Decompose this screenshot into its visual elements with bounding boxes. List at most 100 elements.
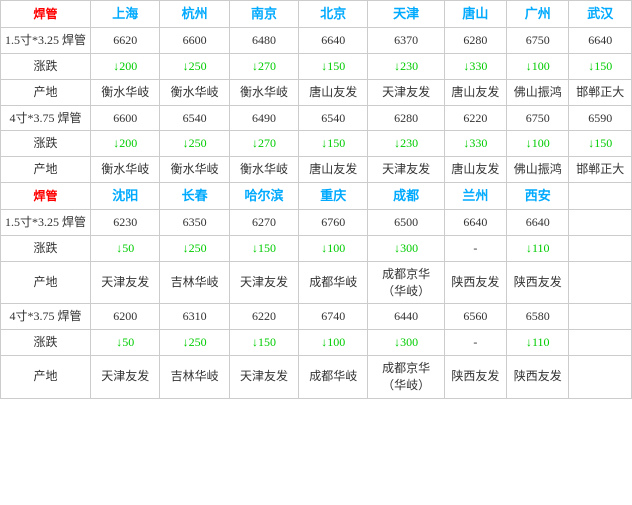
row-s1-change2: 涨跌 ↓200 ↓250 ↓270 ↓150 ↓230 ↓330 ↓100 ↓1…: [1, 131, 632, 157]
row-s1-item1: 1.5寸*3.25 焊管 6620 6600 6480 6640 6370 62…: [1, 28, 632, 54]
p1-nanjing: 6480: [229, 28, 298, 54]
city-changchun: 长春: [160, 182, 229, 209]
ch2-tianjin: ↓230: [368, 131, 444, 157]
city-empty: [569, 182, 632, 209]
product-1-5-3-25-label: 1.5寸*3.25 焊管: [1, 28, 91, 54]
or2-wuhan: 邯郸正大: [569, 157, 632, 183]
p1-beijing: 6640: [299, 28, 368, 54]
s2ch1-chengdu: ↓300: [368, 235, 444, 261]
city-tianjin: 天津: [368, 1, 444, 28]
p1-hangzhou: 6600: [160, 28, 229, 54]
origin2-label: 产地: [1, 157, 91, 183]
s2p1-xian: 6640: [507, 210, 569, 236]
ch2-beijing: ↓150: [299, 131, 368, 157]
s2or2-shenyang: 天津友发: [91, 355, 160, 398]
row-s1-origin1: 产地 衡水华岐 衡水华岐 衡水华岐 唐山友发 天津友发 唐山友发 佛山振鸿 邯郸…: [1, 79, 632, 105]
s2or2-lanzhou: 陕西友发: [444, 355, 506, 398]
s2-product-1-5-label: 1.5寸*3.25 焊管: [1, 210, 91, 236]
s2p2-changchun: 6310: [160, 304, 229, 330]
s2p2-chengdu: 6440: [368, 304, 444, 330]
ch1-tangshan: ↓330: [444, 53, 506, 79]
row-s1-change1: 涨跌 ↓200 ↓250 ↓270 ↓150 ↓230 ↓330 ↓100 ↓1…: [1, 53, 632, 79]
s2-origin1-label: 产地: [1, 261, 91, 304]
city-shenyang: 沈阳: [91, 182, 160, 209]
or2-hangzhou: 衡水华岐: [160, 157, 229, 183]
s2p1-harbin: 6270: [229, 210, 298, 236]
row-s2-origin1: 产地 天津友发 吉林华岐 天津友发 成都华岐 成都京华（华岐） 陕西友发 陕西友…: [1, 261, 632, 304]
s2ch2-xian: ↓110: [507, 330, 569, 356]
or1-tangshan: 唐山友发: [444, 79, 506, 105]
or1-shanghai: 衡水华岐: [91, 79, 160, 105]
p1-guangzhou: 6750: [507, 28, 569, 54]
row-s1-item2: 4寸*3.75 焊管 6600 6540 6490 6540 6280 6220…: [1, 105, 632, 131]
section1-product-label: 焊管: [34, 7, 58, 21]
ch2-hangzhou: ↓250: [160, 131, 229, 157]
s2ch1-xian: ↓110: [507, 235, 569, 261]
s2or1-changchun: 吉林华岐: [160, 261, 229, 304]
s2ch2-shenyang: ↓50: [91, 330, 160, 356]
s2p1-lanzhou: 6640: [444, 210, 506, 236]
city-beijing: 北京: [299, 1, 368, 28]
p2-guangzhou: 6750: [507, 105, 569, 131]
or2-shanghai: 衡水华岐: [91, 157, 160, 183]
s2p2-chongqing: 6740: [299, 304, 368, 330]
s2ch2-harbin: ↓150: [229, 330, 298, 356]
ch1-tianjin: ↓230: [368, 53, 444, 79]
s2or2-harbin: 天津友发: [229, 355, 298, 398]
ch2-tangshan: ↓330: [444, 131, 506, 157]
s2p2-lanzhou: 6560: [444, 304, 506, 330]
section1-header: 焊管 上海 杭州 南京 北京 天津 唐山 广州 武汉: [1, 1, 632, 28]
p2-tianjin: 6280: [368, 105, 444, 131]
s2ch1-changchun: ↓250: [160, 235, 229, 261]
s2or2-xian: 陕西友发: [507, 355, 569, 398]
product-4-3-75-label: 4寸*3.75 焊管: [1, 105, 91, 131]
s2or2-changchun: 吉林华岐: [160, 355, 229, 398]
city-tangshan: 唐山: [444, 1, 506, 28]
s2or1-lanzhou: 陕西友发: [444, 261, 506, 304]
city-xian: 西安: [507, 182, 569, 209]
s2or1-xian: 陕西友发: [507, 261, 569, 304]
s2ch1-empty: [569, 235, 632, 261]
or1-hangzhou: 衡水华岐: [160, 79, 229, 105]
s2ch2-empty: [569, 330, 632, 356]
row-s2-origin2: 产地 天津友发 吉林华岐 天津友发 成都华岐 成都京华（华岐） 陕西友发 陕西友…: [1, 355, 632, 398]
price-table: 焊管 上海 杭州 南京 北京 天津 唐山 广州 武汉 1.5寸*3.25 焊管 …: [0, 0, 632, 399]
s2-change2-label: 涨跌: [1, 330, 91, 356]
city-chongqing: 重庆: [299, 182, 368, 209]
s2or1-chongqing: 成都华岐: [299, 261, 368, 304]
ch2-wuhan: ↓150: [569, 131, 632, 157]
s2ch2-chengdu: ↓300: [368, 330, 444, 356]
ch1-wuhan: ↓150: [569, 53, 632, 79]
p2-wuhan: 6590: [569, 105, 632, 131]
ch2-shanghai: ↓200: [91, 131, 160, 157]
s2or1-empty: [569, 261, 632, 304]
city-wuhan: 武汉: [569, 1, 632, 28]
ch1-shanghai: ↓200: [91, 53, 160, 79]
ch2-nanjing: ↓270: [229, 131, 298, 157]
city-hangzhou: 杭州: [160, 1, 229, 28]
or2-beijing: 唐山友发: [299, 157, 368, 183]
ch1-guangzhou: ↓100: [507, 53, 569, 79]
s2or2-chengdu: 成都京华（华岐）: [368, 355, 444, 398]
s2p1-chongqing: 6760: [299, 210, 368, 236]
ch2-guangzhou: ↓100: [507, 131, 569, 157]
s2-origin2-label: 产地: [1, 355, 91, 398]
change1-label: 涨跌: [1, 53, 91, 79]
s2ch2-lanzhou: -: [444, 330, 506, 356]
city-guangzhou: 广州: [507, 1, 569, 28]
or1-nanjing: 衡水华岐: [229, 79, 298, 105]
s2p1-shenyang: 6230: [91, 210, 160, 236]
city-chengdu: 成都: [368, 182, 444, 209]
s2-product-4-label: 4寸*3.75 焊管: [1, 304, 91, 330]
ch1-hangzhou: ↓250: [160, 53, 229, 79]
city-lanzhou: 兰州: [444, 182, 506, 209]
or1-beijing: 唐山友发: [299, 79, 368, 105]
city-nanjing: 南京: [229, 1, 298, 28]
s2p2-xian: 6580: [507, 304, 569, 330]
ch1-nanjing: ↓270: [229, 53, 298, 79]
section2-header: 焊管 沈阳 长春 哈尔滨 重庆 成都 兰州 西安: [1, 182, 632, 209]
s2ch1-chongqing: ↓100: [299, 235, 368, 261]
s2or2-chongqing: 成都华岐: [299, 355, 368, 398]
s2or1-harbin: 天津友发: [229, 261, 298, 304]
p2-beijing: 6540: [299, 105, 368, 131]
